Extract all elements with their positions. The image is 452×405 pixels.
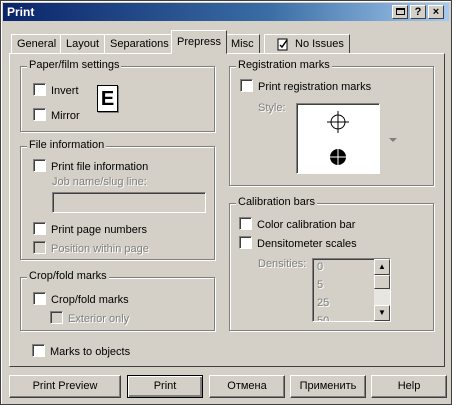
context-help-toggle-icon[interactable] <box>392 5 408 19</box>
prepress-panel: Paper/film settings Invert Mirror E File… <box>9 53 445 367</box>
help-dialog-button[interactable]: Help <box>371 375 447 398</box>
title-bar: Print ? × <box>3 3 449 21</box>
crop-fold-group: Crop/fold marks Crop/fold marks Exterior… <box>20 270 215 331</box>
crop-fold-marks-checkbox[interactable]: Crop/fold marks <box>33 292 129 307</box>
density-option[interactable]: 0 <box>317 261 323 273</box>
crosshair-registration-icon <box>327 111 349 133</box>
scroll-up-icon[interactable]: ▲ <box>374 259 390 275</box>
paper-film-group: Paper/film settings Invert Mirror E <box>20 59 215 132</box>
cancel-button[interactable]: Отмена <box>209 375 285 398</box>
print-button[interactable]: Print <box>127 375 203 398</box>
invert-checkbox[interactable]: Invert <box>33 83 79 98</box>
densities-scrollbar[interactable]: ▲ ▼ <box>374 259 390 321</box>
style-label: Style: <box>258 102 286 114</box>
file-info-legend: File information <box>27 139 107 151</box>
densities-listbox[interactable]: 0 5 25 50 ▲ ▼ <box>312 258 391 322</box>
window-title: Print <box>7 5 35 19</box>
densities-label: Densities: <box>258 258 307 270</box>
mirror-checkbox[interactable]: Mirror <box>33 108 80 123</box>
document-check-icon <box>277 38 288 51</box>
tab-misc[interactable]: Misc <box>225 34 260 53</box>
job-name-input[interactable] <box>52 192 206 213</box>
print-registration-checkbox[interactable]: Print registration marks <box>240 79 371 94</box>
close-button[interactable]: × <box>428 5 444 19</box>
print-page-numbers-checkbox[interactable]: Print page numbers <box>33 222 147 237</box>
density-option[interactable]: 25 <box>317 297 329 309</box>
densitometer-scales-checkbox[interactable]: Densitometer scales <box>239 236 357 251</box>
tab-prepress[interactable]: Prepress <box>171 30 228 54</box>
calibration-legend: Calibration bars <box>236 196 318 208</box>
marks-to-objects-checkbox[interactable]: Marks to objects <box>32 344 130 359</box>
registration-style-preview[interactable] <box>296 103 380 174</box>
color-calibration-bar-checkbox[interactable]: Color calibration bar <box>239 217 355 232</box>
apply-button[interactable]: Применить <box>290 375 366 398</box>
job-name-label: Job name/slug line: <box>52 176 147 188</box>
tab-no-issues[interactable]: No Issues <box>264 34 350 53</box>
tab-separations[interactable]: Separations <box>104 34 175 53</box>
crop-fold-legend: Crop/fold marks <box>27 270 109 282</box>
help-button[interactable]: ? <box>410 5 426 19</box>
paper-film-legend: Paper/film settings <box>27 59 122 71</box>
print-file-info-checkbox[interactable]: Print file information <box>33 159 148 174</box>
calibration-group: Calibration bars Color calibration bar D… <box>229 196 434 331</box>
scroll-thumb[interactable] <box>374 275 390 289</box>
print-dialog: Print ? × General Layout Separations Pre… <box>0 0 452 405</box>
dropdown-arrow-icon[interactable] <box>388 137 398 143</box>
registration-group: Registration marks Print registration ma… <box>229 59 434 186</box>
registration-legend: Registration marks <box>236 59 332 71</box>
print-preview-button[interactable]: Print Preview <box>9 375 121 398</box>
paper-preview-icon: E <box>97 85 118 112</box>
density-option[interactable]: 50 <box>317 315 329 321</box>
target-registration-icon <box>330 149 346 165</box>
density-option[interactable]: 5 <box>317 279 323 291</box>
exterior-only-checkbox[interactable]: Exterior only <box>50 311 129 326</box>
scroll-down-icon[interactable]: ▼ <box>374 305 390 321</box>
tab-general[interactable]: General <box>11 34 63 53</box>
file-info-group: File information Print file information … <box>20 139 215 260</box>
tab-layout[interactable]: Layout <box>60 34 106 53</box>
position-within-page-checkbox[interactable]: Position within page <box>33 241 149 256</box>
